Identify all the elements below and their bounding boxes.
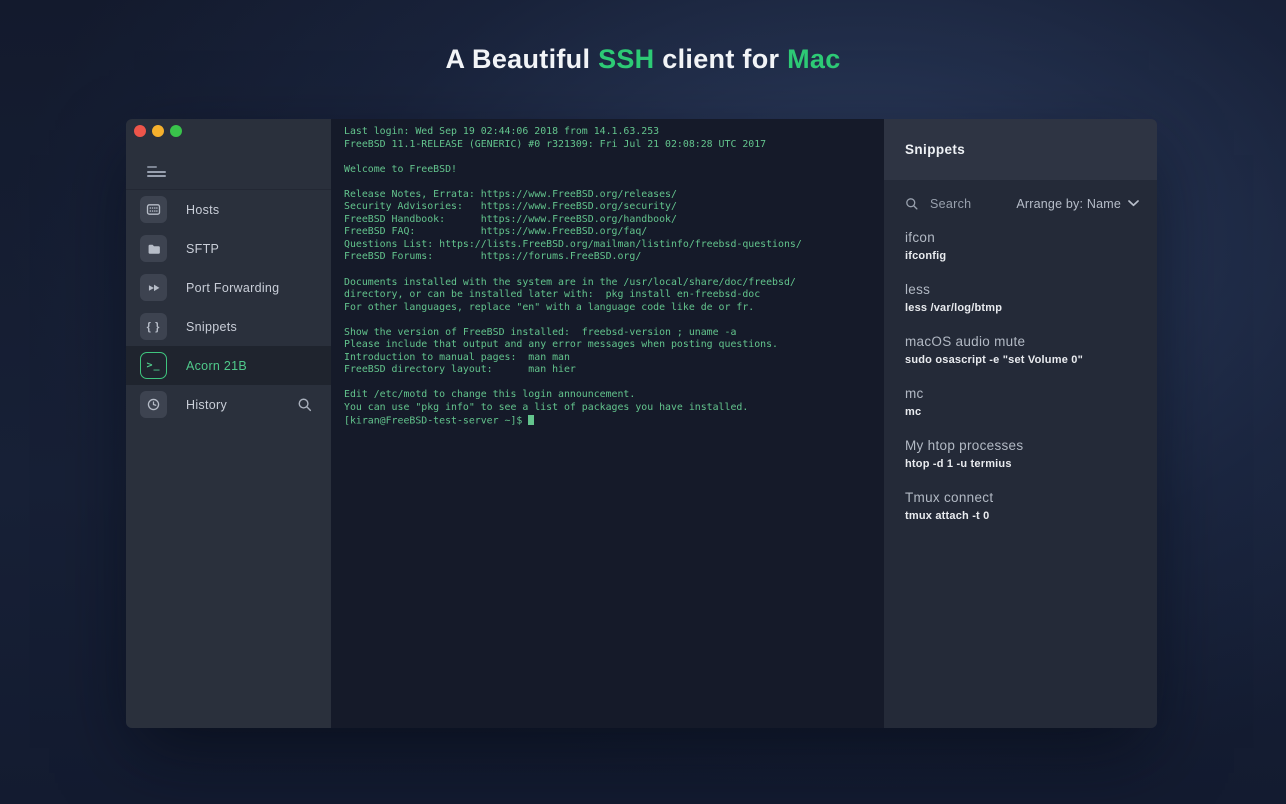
terminal-icon: >_ <box>140 352 167 379</box>
snippet-item[interactable]: macOS audio mute sudo osascript -e "set … <box>905 333 1139 368</box>
terminal-line: Please include that output and any error… <box>344 339 878 352</box>
terminal-line: Security Advisories: https://www.FreeBSD… <box>344 201 878 214</box>
history-search-icon[interactable] <box>297 397 313 413</box>
terminal-line: FreeBSD directory layout: man hier <box>344 364 878 377</box>
terminal-line: For other languages, replace "en" with a… <box>344 302 878 315</box>
terminal-line: Release Notes, Errata: https://www.FreeB… <box>344 189 878 202</box>
snippets-search-input[interactable]: Search <box>905 197 971 211</box>
terminal-pane[interactable]: Last login: Wed Sep 19 02:44:06 2018 fro… <box>331 119 884 728</box>
snippet-command: mc <box>905 405 1139 420</box>
snippet-name: mc <box>905 385 1139 402</box>
page-title-ssh: SSH <box>598 44 654 74</box>
app-window: Hosts SFTP <box>126 119 1157 728</box>
terminal-line <box>344 176 878 189</box>
sidebar-item-history[interactable]: History <box>126 385 331 424</box>
terminal-line: Documents installed with the system are … <box>344 277 878 290</box>
snippets-panel-header: Snippets <box>884 119 1157 180</box>
sidebar-item-label: Hosts <box>186 203 219 217</box>
hosts-icon <box>140 196 167 223</box>
terminal-line <box>344 377 878 390</box>
snippets-panel-title: Snippets <box>905 142 965 157</box>
history-clock-icon <box>140 391 167 418</box>
window-controls <box>134 125 182 137</box>
snippet-command: ifconfig <box>905 249 1139 264</box>
terminal-line: Last login: Wed Sep 19 02:44:06 2018 fro… <box>344 126 878 139</box>
snippet-command: tmux attach -t 0 <box>905 509 1139 524</box>
snippet-name: Tmux connect <box>905 489 1139 506</box>
sidebar-item-hosts[interactable]: Hosts <box>126 190 331 229</box>
snippet-name: macOS audio mute <box>905 333 1139 350</box>
snippet-item[interactable]: less less /var/log/btmp <box>905 281 1139 316</box>
close-window-button[interactable] <box>134 125 146 137</box>
arrange-by-label: Arrange by: Name <box>1016 197 1121 211</box>
terminal-line: You can use "pkg info" to see a list of … <box>344 402 878 415</box>
sidebar-item-label: Snippets <box>186 320 237 334</box>
terminal-line: directory, or can be installed later wit… <box>344 289 878 302</box>
page-title-part1: A Beautiful <box>445 44 598 74</box>
braces-icon: { } <box>140 313 167 340</box>
terminal-line <box>344 151 878 164</box>
sidebar-item-label: SFTP <box>186 242 219 256</box>
terminal-cursor <box>528 415 534 426</box>
snippets-panel: Snippets Search Arrange by: Name <box>884 119 1157 728</box>
snippet-item[interactable]: My htop processes htop -d 1 -u termius <box>905 437 1139 472</box>
sidebar-item-label: Port Forwarding <box>186 281 279 295</box>
snippet-name: My htop processes <box>905 437 1139 454</box>
search-placeholder: Search <box>930 197 971 211</box>
snippet-command: less /var/log/btmp <box>905 301 1139 316</box>
terminal-line: Questions List: https://lists.FreeBSD.or… <box>344 239 878 252</box>
menu-icon[interactable] <box>147 166 166 177</box>
sidebar-nav: Hosts SFTP <box>126 190 331 424</box>
page-title: A Beautiful SSH client for Mac <box>0 44 1286 75</box>
snippet-item[interactable]: mc mc <box>905 385 1139 420</box>
snippet-list: ifcon ifconfig less less /var/log/btmp m… <box>884 218 1157 541</box>
sidebar-item-label: Acorn 21B <box>186 359 247 373</box>
terminal-line: Edit /etc/motd to change this login anno… <box>344 389 878 402</box>
page: A Beautiful SSH client for Mac <box>0 0 1286 804</box>
snippet-name: less <box>905 281 1139 298</box>
zoom-window-button[interactable] <box>170 125 182 137</box>
snippets-toolbar: Search Arrange by: Name <box>884 189 1157 218</box>
snippet-item[interactable]: Tmux connect tmux attach -t 0 <box>905 489 1139 524</box>
terminal-prompt-line: [kiran@FreeBSD-test-server ~]$ <box>344 415 878 428</box>
arrange-by-dropdown[interactable]: Arrange by: Name <box>1016 197 1139 211</box>
minimize-window-button[interactable] <box>152 125 164 137</box>
snippet-item[interactable]: ifcon ifconfig <box>905 229 1139 264</box>
sidebar-item-port-forwarding[interactable]: Port Forwarding <box>126 268 331 307</box>
sidebar: Hosts SFTP <box>126 119 331 728</box>
terminal-line: Introduction to manual pages: man man <box>344 352 878 365</box>
terminal-line <box>344 264 878 277</box>
terminal-line: Show the version of FreeBSD installed: f… <box>344 327 878 340</box>
snippet-name: ifcon <box>905 229 1139 246</box>
terminal-line: Welcome to FreeBSD! <box>344 164 878 177</box>
terminal-line <box>344 314 878 327</box>
sidebar-item-acorn-21b[interactable]: >_ Acorn 21B <box>126 346 331 385</box>
terminal-line: FreeBSD Handbook: https://www.FreeBSD.or… <box>344 214 878 227</box>
terminal-line: FreeBSD 11.1-RELEASE (GENERIC) #0 r32130… <box>344 139 878 152</box>
chevron-down-icon <box>1128 200 1139 207</box>
terminal-line: FreeBSD FAQ: https://www.FreeBSD.org/faq… <box>344 226 878 239</box>
sidebar-item-sftp[interactable]: SFTP <box>126 229 331 268</box>
forward-arrows-icon <box>140 274 167 301</box>
snippet-command: sudo osascript -e "set Volume 0" <box>905 353 1139 368</box>
sidebar-item-snippets[interactable]: { } Snippets <box>126 307 331 346</box>
sidebar-item-label: History <box>186 398 227 412</box>
search-icon <box>905 197 919 211</box>
snippet-command: htop -d 1 -u termius <box>905 457 1139 472</box>
terminal-prompt: [kiran@FreeBSD-test-server ~]$ <box>344 415 528 426</box>
page-title-mac: Mac <box>787 44 840 74</box>
folder-icon <box>140 235 167 262</box>
page-title-part2: client for <box>654 44 787 74</box>
terminal-line: FreeBSD Forums: https://forums.FreeBSD.o… <box>344 251 878 264</box>
